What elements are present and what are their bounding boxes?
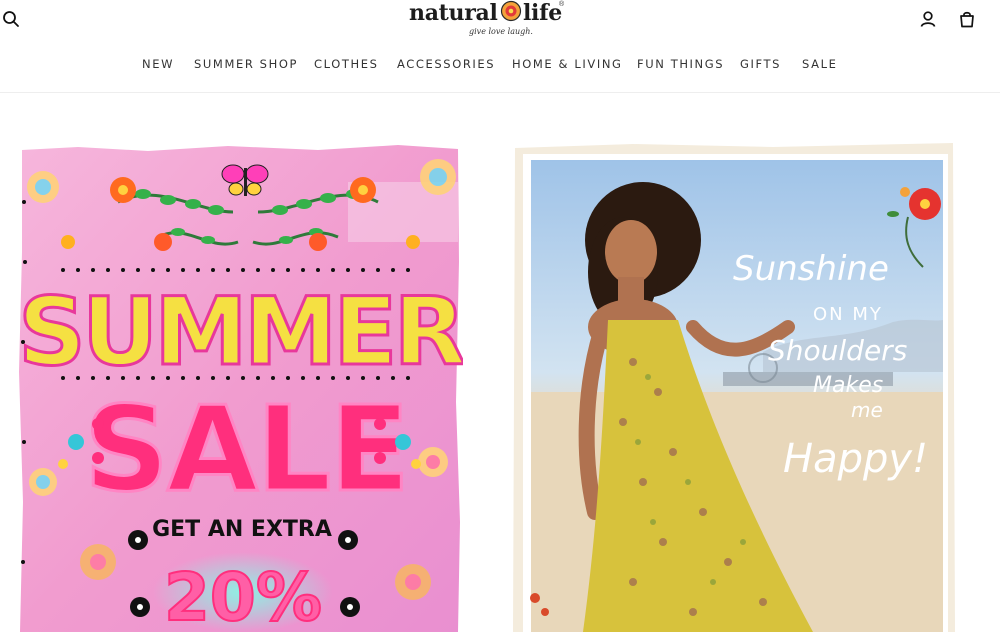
nav-item-accessories[interactable]: ACCESSORIES: [397, 57, 495, 71]
sale-headline: SALE: [84, 380, 408, 518]
site-header: natural life ® give love laugh. NEW SUMM…: [0, 0, 1000, 93]
script-me: me: [851, 398, 883, 422]
script-makes: Makes: [813, 373, 883, 398]
nav-item-clothes[interactable]: CLOTHES: [314, 57, 379, 71]
script-happy: Happy!: [783, 436, 928, 482]
discount-percent: 20%: [164, 559, 322, 632]
summer-sale-artwork: SUMMER SALE GET AN EXTRA 20%: [18, 145, 463, 632]
nav-item-sale[interactable]: SALE: [802, 57, 837, 71]
logo-word-life: life: [523, 0, 562, 26]
nav-item-summer-shop[interactable]: SUMMER SHOP: [194, 57, 298, 71]
sunshine-banner[interactable]: Sunshine ON MY Shoulders Makes me Happy!: [513, 142, 956, 632]
brand-logo[interactable]: natural life ® give love laugh.: [409, 0, 565, 42]
sunshine-artwork: Sunshine ON MY Shoulders Makes me Happy!: [513, 143, 955, 632]
registered-mark: ®: [559, 1, 565, 8]
nav-item-fun-things[interactable]: FUN THINGS: [637, 57, 724, 71]
cart-icon[interactable]: [956, 8, 978, 30]
nav-item-gifts[interactable]: GIFTS: [740, 57, 781, 71]
summer-sale-banner[interactable]: SUMMER SALE GET AN EXTRA 20%: [18, 142, 463, 632]
nav-item-home-living[interactable]: HOME & LIVING: [512, 57, 623, 71]
script-on-my: ON MY: [813, 304, 883, 325]
search-icon[interactable]: [0, 8, 22, 30]
account-icon[interactable]: [917, 8, 939, 30]
script-shoulders: Shoulders: [768, 334, 907, 367]
flower-logo-icon: [500, 0, 522, 22]
logo-word-natural: natural: [409, 0, 498, 26]
logo-tagline: give love laugh.: [469, 27, 533, 36]
get-an-extra-text: GET AN EXTRA: [152, 517, 332, 542]
script-sunshine: Sunshine: [733, 249, 889, 289]
summer-headline: SUMMER: [18, 278, 463, 387]
nav-item-new[interactable]: NEW: [142, 57, 174, 71]
main-nav: NEW SUMMER SHOP CLOTHES ACCESSORIES HOME…: [0, 57, 1000, 73]
